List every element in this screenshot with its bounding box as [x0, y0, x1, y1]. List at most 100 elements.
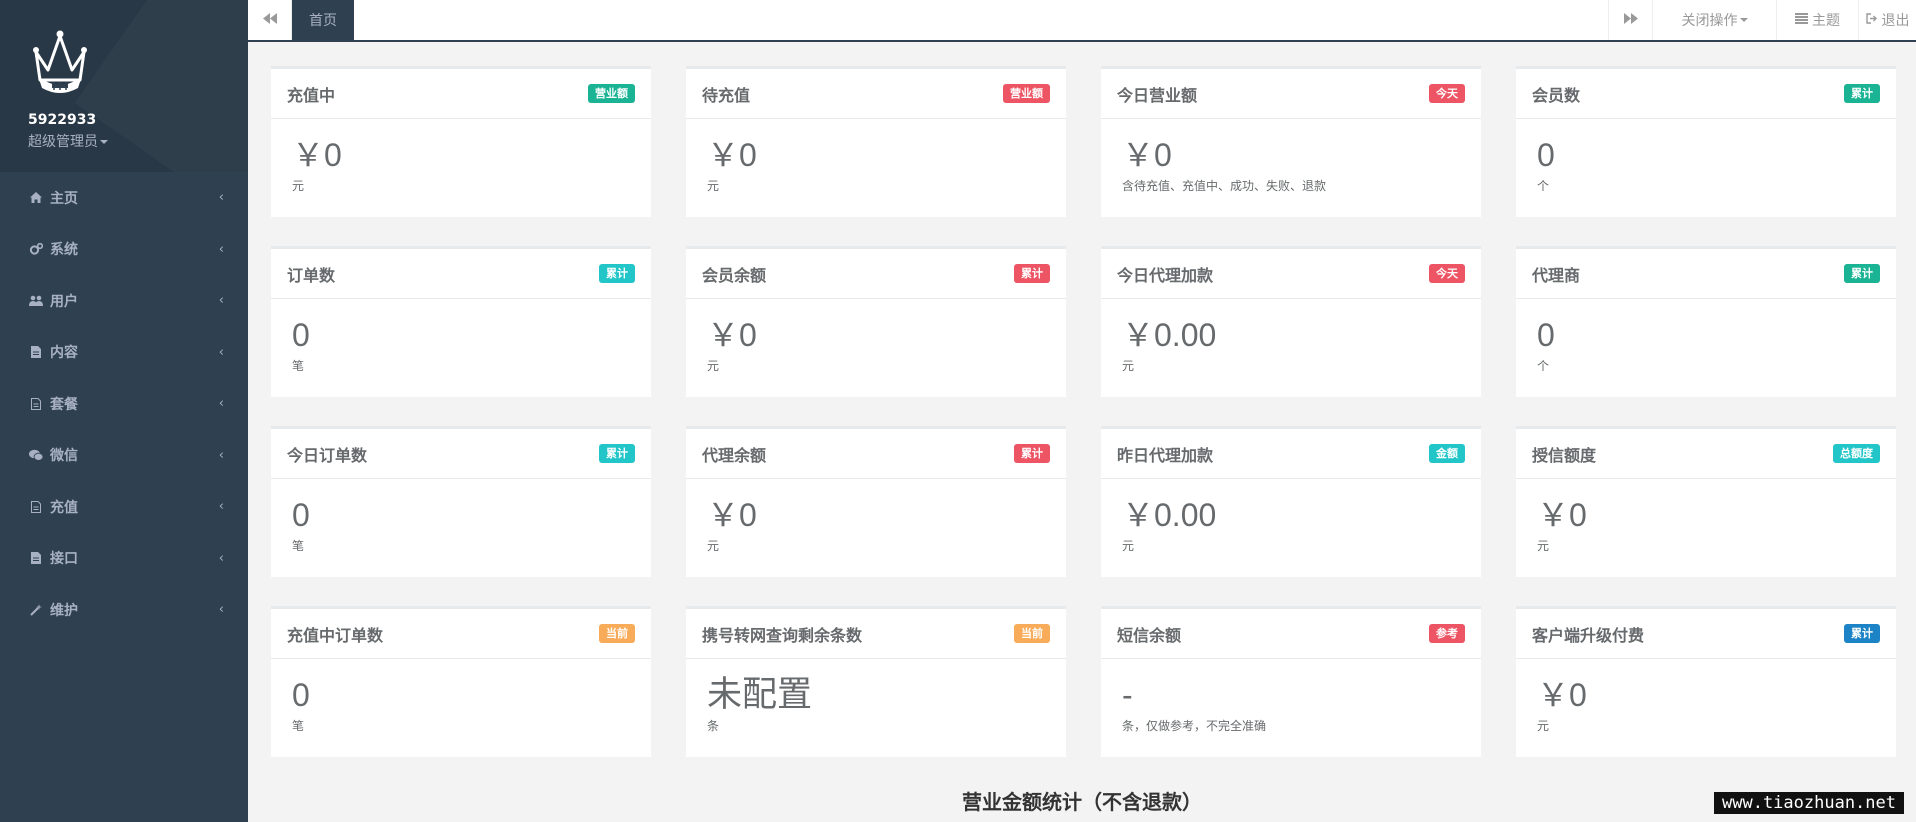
card-badge: 累计 — [1844, 264, 1880, 283]
chevron-left-icon: ‹ — [218, 602, 224, 618]
card-header: 客户端升级付费 累计 — [1516, 609, 1896, 659]
sidebar-item-recharge[interactable]: 充值 ‹ — [0, 481, 248, 533]
card-body: 0个 — [1516, 299, 1896, 374]
card-body: ￥0 元 — [686, 479, 1066, 554]
file-icon — [28, 552, 44, 565]
stat-card-yesterday-agent-topup: 昨日代理加款 金额 ￥0.00 元 — [1101, 426, 1481, 577]
role-dropdown[interactable]: 超级管理员 — [28, 131, 248, 151]
home-icon — [28, 192, 44, 204]
user-id: 5922933 — [28, 112, 97, 128]
sidebar-item-package[interactable]: 套餐 ‹ — [0, 378, 248, 430]
sidebar-item-label: 微信 — [50, 448, 78, 465]
chevron-left-icon: ‹ — [218, 190, 224, 206]
card-value: 未配置 — [707, 675, 813, 714]
card-body: 0笔 — [271, 299, 651, 374]
logout-button[interactable]: 退出 — [1858, 0, 1916, 40]
card-badge: 今天 — [1429, 84, 1465, 103]
tab-home[interactable]: 首页 — [292, 0, 354, 40]
card-unit: 元 — [1122, 539, 1135, 553]
crown-logo-icon — [33, 30, 87, 93]
card-body: ￥0 元 — [271, 119, 651, 194]
scroll-tabs-left-button[interactable] — [248, 0, 292, 40]
sidebar-item-label: 主页 — [50, 190, 78, 207]
card-badge: 营业额 — [1003, 84, 1050, 103]
dashboard-content: 充值中 营业额 ￥0 元 待充值 营业额 ￥0 元 今日营业额 今天 ￥0 含待充值、充值中… — [248, 42, 1916, 822]
card-title: 订单数 — [287, 265, 336, 285]
chevron-left-icon: ‹ — [218, 396, 224, 412]
card-title: 充值中 — [287, 85, 336, 105]
card-value: ￥0 — [707, 497, 757, 533]
card-unit: 笔 — [292, 539, 305, 553]
sidebar-item-system[interactable]: 系统 ‹ — [0, 224, 248, 276]
card-body: ￥0 含待充值、充值中、成功、失败、退款 — [1101, 119, 1481, 194]
card-unit: 条，仅做参考，不完全准确 — [1122, 719, 1267, 733]
card-value: ￥0 — [1122, 137, 1172, 173]
card-value: ￥0 — [1537, 677, 1587, 713]
tab-home-label: 首页 — [309, 13, 337, 29]
card-title: 今日营业额 — [1117, 85, 1198, 105]
card-header: 今日营业额 今天 — [1101, 69, 1481, 119]
card-value: ￥0 — [292, 137, 342, 173]
card-body: ￥0 元 — [686, 119, 1066, 194]
sidebar: 5922933 超级管理员 主页 ‹ 系统 ‹ 用户 ‹ 内容 ‹ 套餐 ‹ 微… — [0, 0, 248, 822]
card-header: 充值中订单数 当前 — [271, 609, 651, 659]
sidebar-item-label: 接口 — [50, 551, 78, 568]
cogs-icon — [28, 243, 44, 255]
sidebar-nav: 主页 ‹ 系统 ‹ 用户 ‹ 内容 ‹ 套餐 ‹ 微信 ‹ 充值 ‹ 接口 ‹ … — [0, 172, 248, 636]
sidebar-item-content[interactable]: 内容 ‹ — [0, 327, 248, 379]
card-badge: 总额度 — [1833, 444, 1880, 463]
card-header: 代理余额 累计 — [686, 429, 1066, 479]
stat-card-client-upgrade-fee: 客户端升级付费 累计 ￥0 元 — [1516, 606, 1896, 757]
card-header: 订单数 累计 — [271, 249, 651, 299]
card-header: 授信额度 总额度 — [1516, 429, 1896, 479]
card-value: ￥0.00 — [1122, 497, 1217, 533]
card-header: 昨日代理加款 金额 — [1101, 429, 1481, 479]
double-left-arrow-icon — [262, 12, 277, 28]
card-body: 未配置条 — [686, 659, 1066, 734]
stat-card-sms-balance: 短信余额 参考 - 条，仅做参考，不完全准确 — [1101, 606, 1481, 757]
card-unit: 元 — [292, 179, 305, 193]
card-title: 携号转网查询剩余条数 — [702, 625, 863, 645]
chevron-left-icon: ‹ — [218, 344, 224, 360]
sidebar-item-api[interactable]: 接口 ‹ — [0, 533, 248, 585]
sidebar-item-label: 用户 — [50, 293, 78, 310]
stat-card-members: 会员数 累计 0个 — [1516, 66, 1896, 217]
card-body: - 条，仅做参考，不完全准确 — [1101, 659, 1481, 734]
card-badge: 金额 — [1429, 444, 1465, 463]
sidebar-item-users[interactable]: 用户 ‹ — [0, 275, 248, 327]
card-header: 今日订单数 累计 — [271, 429, 651, 479]
card-unit: 元 — [1537, 539, 1550, 553]
stat-card-number-portability-queries: 携号转网查询剩余条数 当前 未配置条 — [686, 606, 1066, 757]
card-title: 昨日代理加款 — [1117, 445, 1214, 465]
card-badge: 累计 — [599, 444, 635, 463]
close-operations-dropdown[interactable]: 关闭操作 — [1652, 0, 1776, 40]
card-body: ￥0 元 — [686, 299, 1066, 374]
sidebar-item-label: 维护 — [50, 602, 78, 619]
sidebar-item-label: 系统 — [50, 242, 78, 259]
scroll-tabs-right-button[interactable] — [1608, 0, 1652, 40]
card-value: ￥0 — [1537, 497, 1587, 533]
card-unit: 元 — [1122, 359, 1135, 373]
stat-card-today-orders: 今日订单数 累计 0笔 — [271, 426, 651, 577]
card-value: ￥0.00 — [1122, 317, 1217, 353]
card-title: 今日订单数 — [287, 445, 368, 465]
card-body: 0笔 — [271, 479, 651, 554]
chevron-left-icon: ‹ — [218, 550, 224, 566]
file-outline-icon — [28, 500, 44, 513]
sidebar-item-home[interactable]: 主页 ‹ — [0, 172, 248, 224]
theme-button[interactable]: 主题 — [1776, 0, 1858, 40]
card-body: 0笔 — [271, 659, 651, 734]
revenue-stats-heading: 营业金额统计（不含退款） — [962, 790, 1202, 814]
card-title: 客户端升级付费 — [1532, 625, 1645, 645]
card-badge: 今天 — [1429, 264, 1465, 283]
sidebar-item-wechat[interactable]: 微信 ‹ — [0, 430, 248, 482]
sidebar-item-maintenance[interactable]: 维护 ‹ — [0, 584, 248, 636]
sign-out-icon — [1865, 13, 1878, 27]
card-header: 携号转网查询剩余条数 当前 — [686, 609, 1066, 659]
card-value: 0 — [1537, 317, 1555, 353]
chevron-left-icon: ‹ — [218, 447, 224, 463]
card-body: ￥0 元 — [1516, 479, 1896, 554]
card-unit: 笔 — [292, 359, 305, 373]
double-right-arrow-icon — [1623, 12, 1638, 28]
card-badge: 营业额 — [588, 84, 635, 103]
